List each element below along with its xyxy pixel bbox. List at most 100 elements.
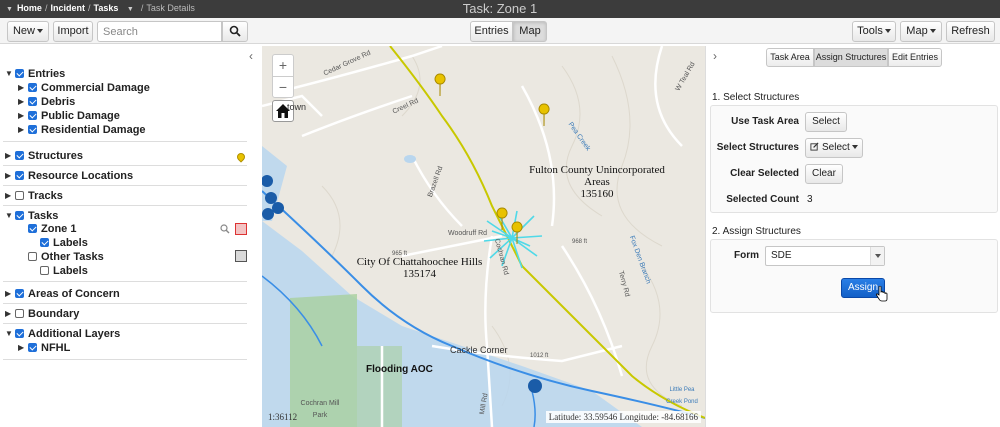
map-label-town: town — [287, 102, 307, 112]
pond — [404, 155, 416, 163]
checkbox[interactable] — [28, 125, 37, 134]
layer-areas-of-concern[interactable]: ▶ Areas of Concern — [5, 287, 120, 301]
zoom-in-button[interactable]: + — [273, 55, 293, 76]
selected-count-label: Selected Count — [726, 194, 799, 205]
layer-zone-1[interactable]: Zone 1 — [26, 222, 76, 236]
layer-resource-locations[interactable]: ▶ Resource Locations — [5, 169, 133, 183]
map-label-pond: Little Pea Creek Pond — [666, 387, 698, 405]
expand-arrow-icon[interactable]: ▶ — [18, 123, 26, 137]
expand-arrow-icon[interactable]: ▶ — [5, 189, 13, 203]
divider — [3, 165, 247, 166]
import-button[interactable]: Import — [53, 21, 93, 42]
search-button[interactable] — [222, 21, 248, 42]
resource-marker-icon[interactable] — [272, 202, 284, 214]
section-select-structures-title: 1. Select Structures — [712, 92, 800, 103]
resource-marker-icon[interactable] — [265, 192, 277, 204]
layer-entries[interactable]: ▼ Entries — [5, 67, 65, 81]
use-task-area-select-button[interactable]: Select — [805, 112, 847, 132]
edit-icon — [810, 142, 819, 151]
layer-structures[interactable]: ▶ Structures — [5, 149, 83, 163]
form-select[interactable]: SDE — [765, 246, 885, 266]
layer-public-damage[interactable]: ▶ Public Damage — [18, 109, 120, 123]
divider — [3, 141, 247, 142]
layer-debris[interactable]: ▶ Debris — [18, 95, 75, 109]
title-bar: ▼ Home / Incident / Tasks ▼ / Task Details Task… — [0, 0, 1000, 18]
toolbar: New Import Entries Map Tools Map Refresh — [0, 18, 1000, 44]
collapse-arrow-icon[interactable]: ▼ — [5, 209, 13, 223]
checkbox[interactable] — [15, 289, 24, 298]
tab-task-area[interactable]: Task Area — [766, 48, 814, 67]
map-view[interactable]: + − Fulton County Unincorporated Areas 13… — [262, 46, 705, 427]
map-menu-button[interactable]: Map — [900, 21, 942, 42]
layer-additional-layers[interactable]: ▼ Additional Layers — [5, 327, 120, 341]
layer-boundary[interactable]: ▶ Boundary — [5, 307, 79, 321]
refresh-button[interactable]: Refresh — [946, 21, 995, 42]
checkbox[interactable] — [40, 238, 49, 247]
selected-count-value: 3 — [807, 194, 813, 205]
tab-entries[interactable]: Entries — [470, 21, 513, 42]
select-structures-dropdown[interactable]: Select — [805, 138, 863, 158]
section-assign-structures-title: 2. Assign Structures — [712, 226, 801, 237]
expand-arrow-icon[interactable]: ▶ — [5, 287, 13, 301]
collapse-arrow-icon[interactable]: ▼ — [5, 67, 13, 81]
collapse-arrow-icon[interactable]: ▼ — [5, 327, 13, 341]
search-input[interactable] — [97, 21, 222, 42]
checkbox[interactable] — [28, 343, 37, 352]
expand-arrow-icon[interactable]: ▶ — [18, 109, 26, 123]
checkbox[interactable] — [15, 191, 24, 200]
layers-panel: ‹ ▼ Entries ▶ Commercial Damage ▶ Debris ▶ P… — [0, 46, 262, 427]
checkbox[interactable] — [15, 171, 24, 180]
select-structures-section: Use Task Area Select Select Structures S… — [710, 105, 998, 213]
new-button[interactable]: New — [7, 21, 49, 42]
tools-menu-button[interactable]: Tools — [852, 21, 896, 42]
resource-marker-icon[interactable] — [528, 379, 542, 393]
map-label-cochran-park: Cochran Mill Park — [300, 400, 340, 419]
collapse-right-icon[interactable]: › — [713, 49, 717, 63]
expand-arrow-icon[interactable]: ▶ — [18, 341, 26, 355]
expand-arrow-icon[interactable]: ▶ — [18, 81, 26, 95]
expand-arrow-icon[interactable]: ▶ — [5, 169, 13, 183]
layer-nfhl[interactable]: ▶ NFHL — [18, 341, 70, 355]
caret-down-icon — [884, 29, 891, 34]
tab-edit-entries[interactable]: Edit Entries — [888, 48, 942, 67]
tab-map[interactable]: Map — [513, 21, 547, 42]
expand-arrow-icon[interactable]: ▶ — [18, 95, 26, 109]
checkbox[interactable] — [15, 69, 24, 78]
checkbox[interactable] — [28, 111, 37, 120]
layer-commercial-damage[interactable]: ▶ Commercial Damage — [18, 81, 150, 95]
caret-down-icon — [929, 29, 936, 34]
task-details-panel: › Task Area Assign Structures Edit Entri… — [705, 46, 1000, 427]
tab-assign-structures[interactable]: Assign Structures — [814, 48, 888, 67]
layer-other-tasks[interactable]: Other Tasks — [26, 250, 104, 264]
checkbox[interactable] — [28, 224, 37, 233]
zoom-out-button[interactable]: − — [273, 76, 293, 97]
layer-other-tasks-labels[interactable]: Labels — [38, 264, 88, 278]
divider — [3, 205, 247, 206]
checkbox[interactable] — [40, 266, 49, 275]
clear-selected-label: Clear Selected — [730, 168, 799, 179]
structure-pin-icon — [235, 151, 247, 163]
checkbox[interactable] — [28, 83, 37, 92]
clear-button[interactable]: Clear — [805, 164, 843, 184]
checkbox[interactable] — [28, 97, 37, 106]
other-tasks-color-swatch[interactable] — [235, 250, 247, 262]
layer-tasks[interactable]: ▼ Tasks — [5, 209, 58, 223]
zoom-control: + − — [272, 54, 294, 98]
checkbox[interactable] — [15, 151, 24, 160]
layer-tracks[interactable]: ▶ Tracks — [5, 189, 63, 203]
collapse-left-icon[interactable]: ‹ — [249, 49, 253, 63]
checkbox[interactable] — [28, 252, 37, 261]
caret-down-icon — [37, 29, 43, 34]
zoom-to-icon[interactable] — [220, 224, 230, 234]
caret-down-icon — [851, 145, 858, 150]
checkbox[interactable] — [15, 309, 24, 318]
checkbox[interactable] — [15, 211, 24, 220]
divider — [3, 185, 247, 186]
resource-marker-icon[interactable] — [262, 208, 274, 220]
layer-zone-1-labels[interactable]: Labels — [38, 236, 88, 250]
layer-residential-damage[interactable]: ▶ Residential Damage — [18, 123, 146, 137]
expand-arrow-icon[interactable]: ▶ — [5, 149, 13, 163]
zone-color-swatch[interactable] — [235, 223, 247, 235]
checkbox[interactable] — [15, 329, 24, 338]
expand-arrow-icon[interactable]: ▶ — [5, 307, 13, 321]
